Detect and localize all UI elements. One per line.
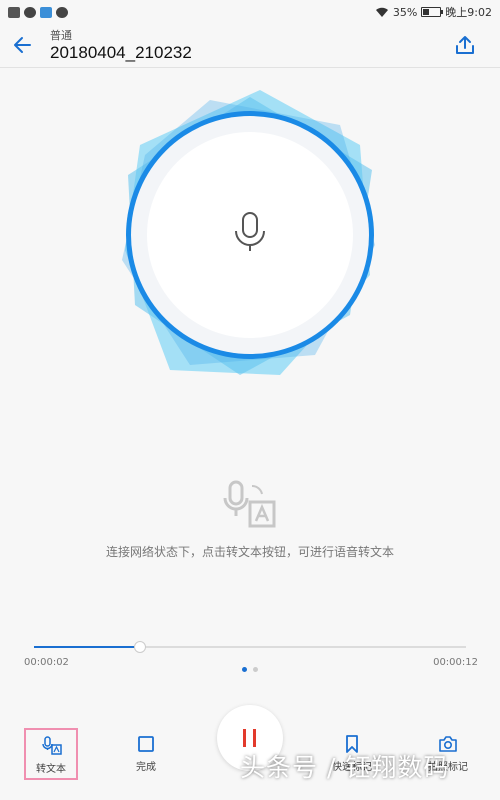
finish-label: 完成: [136, 762, 156, 773]
clock: 晚上9:02: [445, 6, 492, 19]
transcribe-button[interactable]: 转文本: [24, 728, 78, 780]
speech-to-text-icon: [42, 736, 62, 755]
share-icon[interactable]: [454, 34, 476, 56]
speech-to-text-icon: [223, 480, 276, 528]
progress-thumb[interactable]: [133, 641, 146, 653]
recording-category: 普通: [50, 29, 72, 42]
center-disc: [147, 132, 353, 338]
finish-button[interactable]: 完成: [118, 728, 174, 776]
status-bar: 35% 晚上9:02: [0, 0, 500, 24]
status-indicators: 35% 晚上9:02: [375, 3, 492, 21]
play-notification-icon: [24, 6, 36, 18]
app-notification-icon: [40, 6, 52, 18]
pause-icon-bar: [253, 729, 256, 747]
battery-percent: 35%: [392, 5, 418, 19]
back-arrow-icon[interactable]: [10, 32, 36, 58]
battery-icon: [421, 7, 444, 17]
watermark: 头条号 / 钰翔数码: [240, 753, 450, 782]
transcribe-hint: 连接网络状态下，点击转文本按钮，可进行语音转文本: [105, 545, 394, 559]
recording-title: 20180404_210232: [50, 43, 192, 62]
wechat-icon: [56, 6, 68, 18]
page-dot-1: [242, 667, 247, 672]
pause-icon: [243, 729, 246, 747]
page-indicator: [0, 667, 500, 672]
header: 普通 20180404_210232: [0, 24, 500, 68]
progress-track[interactable]: [34, 641, 466, 653]
transcribe-label: 转文本: [36, 764, 66, 775]
page-dot-2: [253, 667, 258, 672]
recording-visualizer: [122, 90, 375, 375]
notification-icons: [8, 5, 68, 19]
stop-icon: [138, 736, 154, 752]
huawei-icon: [8, 6, 20, 18]
progress-fill: [34, 646, 140, 648]
wifi-icon: [375, 7, 388, 17]
